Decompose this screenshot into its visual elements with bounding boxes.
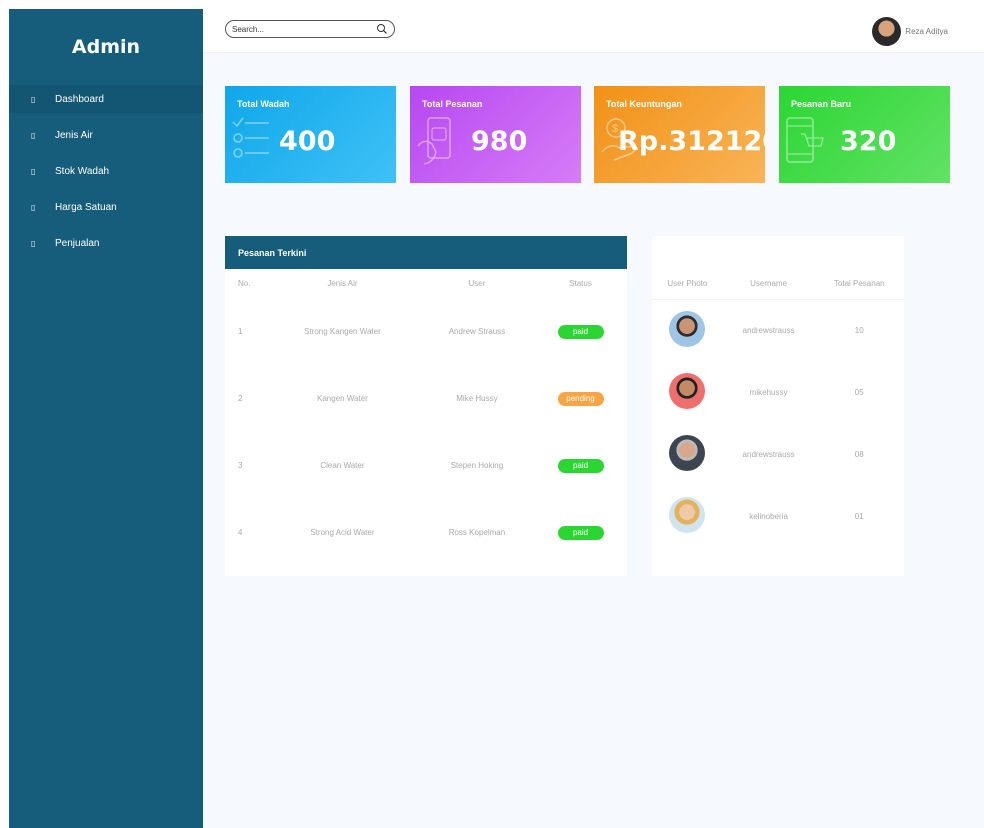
table-row[interactable]: 2 Kangen Water Mike Hussy pending (225, 365, 627, 432)
table-row[interactable]: 3 Clean Water Stepen Hoking paid (225, 432, 627, 499)
stat-title: Total Wadah (237, 99, 290, 109)
recent-orders-panel: Pesanan Terkini No. Jenis Air User Statu… (225, 236, 627, 576)
username: andrewstrauss (742, 449, 795, 459)
sidebar-item-label: Harga Satuan (55, 201, 117, 213)
stat-title: Total Keuntungan (606, 99, 682, 109)
phone-hand-icon (417, 117, 451, 165)
status-badge: paid (557, 458, 604, 473)
sidebar-item-label: Dashboard (55, 93, 104, 105)
total-pesanan: 08 (854, 449, 864, 459)
table-header-row: User Photo Username Total Pesanan (652, 269, 904, 300)
square-icon: ▯ (31, 238, 36, 248)
avatar (669, 373, 706, 409)
sidebar-item-harga-satuan[interactable]: ▯ Harga Satuan (9, 193, 203, 221)
status-badge: pending (557, 391, 604, 406)
order-no: 3 (238, 461, 243, 470)
stat-value: 980 (471, 126, 528, 157)
search-input[interactable] (232, 24, 372, 34)
square-icon: ▯ (31, 94, 36, 104)
column-header: Status (569, 279, 592, 288)
top-bar: Reza Aditya (203, 9, 984, 53)
column-header: No. (238, 279, 251, 288)
stat-card-total-pesanan[interactable]: Total Pesanan 980 (410, 86, 581, 183)
order-no: 2 (238, 394, 243, 403)
column-header: Username (722, 269, 815, 300)
users-panel: User Photo Username Total Pesanan andrew… (652, 236, 904, 576)
order-jenis-air: Clean Water (320, 461, 365, 470)
square-icon: ▯ (31, 202, 36, 212)
sidebar-item-stok-wadah[interactable]: ▯ Stok Wadah (9, 157, 203, 185)
table-row[interactable]: kelinoberia 01 (652, 485, 904, 547)
stat-card-total-wadah[interactable]: Total Wadah 400 (225, 86, 396, 183)
sidebar-item-dashboard[interactable]: ▯ Dashboard (9, 85, 203, 113)
order-jenis-air: Strong Acid Water (310, 528, 375, 537)
order-no: 4 (238, 528, 243, 537)
order-no: 1 (238, 327, 243, 336)
checklist-icon (232, 117, 269, 158)
phone-cart-icon (786, 117, 824, 163)
stat-value: 400 (279, 126, 336, 157)
sidebar-item-label: Penjualan (55, 237, 100, 249)
stat-value: 320 (840, 126, 897, 157)
table-row[interactable]: andrewstrauss 08 (652, 423, 904, 485)
column-header: Jenis Air (327, 279, 358, 288)
stat-card-total-keuntungan[interactable]: Total Keuntungan $ Rp.312120 (594, 86, 765, 183)
stat-title: Total Pesanan (422, 99, 483, 109)
avatar[interactable] (872, 17, 902, 46)
order-jenis-air: Strong Kangen Water (304, 327, 381, 336)
search-box[interactable] (225, 20, 395, 38)
sidebar-item-label: Stok Wadah (55, 165, 110, 177)
stat-value: Rp.312120 (618, 126, 765, 157)
sidebar-item-label: Jenis Air (55, 129, 93, 141)
avatar (669, 497, 706, 533)
user-menu[interactable]: Reza Aditya (872, 17, 948, 46)
user-name: Reza Aditya (905, 27, 948, 36)
column-header: User (468, 279, 486, 288)
table-row[interactable]: 1 Strong Kangen Water Andrew Strauss pai… (225, 298, 627, 365)
order-user: Ross Kopelman (448, 528, 506, 537)
sidebar-item-jenis-air[interactable]: ▯ Jenis Air (9, 121, 203, 149)
stat-card-pesanan-baru[interactable]: Pesanan Baru 320 (779, 86, 950, 183)
total-pesanan: 10 (854, 325, 864, 335)
panel-title: Pesanan Terkini (225, 236, 627, 269)
status-badge: paid (557, 525, 604, 540)
search-icon[interactable] (376, 23, 388, 35)
username: kelinoberia (749, 511, 788, 521)
table-header-row: No. Jenis Air User Status (225, 269, 627, 298)
column-header: User Photo (652, 269, 723, 300)
order-user: Mike Hussy (456, 394, 498, 403)
avatar (669, 435, 706, 471)
stat-title: Pesanan Baru (791, 99, 852, 109)
square-icon: ▯ (31, 130, 36, 140)
table-row[interactable]: andrewstrauss 10 (652, 299, 904, 361)
sidebar-item-penjualan[interactable]: ▯ Penjualan (9, 229, 203, 257)
order-user: Andrew Strauss (448, 327, 506, 336)
orders-table: No. Jenis Air User Status 1 Strong Kange… (225, 269, 627, 566)
order-user: Stepen Hoking (450, 461, 504, 470)
total-pesanan: 05 (854, 387, 864, 397)
total-pesanan: 01 (854, 511, 864, 521)
column-header: Total Pesanan (814, 269, 904, 300)
order-jenis-air: Kangen Water (317, 394, 368, 403)
square-icon: ▯ (31, 166, 36, 176)
username: andrewstrauss (742, 325, 795, 335)
brand-title: Admin (71, 36, 141, 58)
sidebar: Admin ▯ Dashboard ▯ Jenis Air ▯ Stok Wad… (9, 9, 203, 828)
table-row[interactable]: 4 Strong Acid Water Ross Kopelman paid (225, 499, 627, 566)
avatar (669, 311, 706, 348)
status-badge: paid (557, 324, 604, 339)
table-row[interactable]: mikehussy 05 (652, 361, 904, 423)
users-table: User Photo Username Total Pesanan andrew… (652, 269, 904, 547)
username: mikehussy (749, 387, 788, 397)
